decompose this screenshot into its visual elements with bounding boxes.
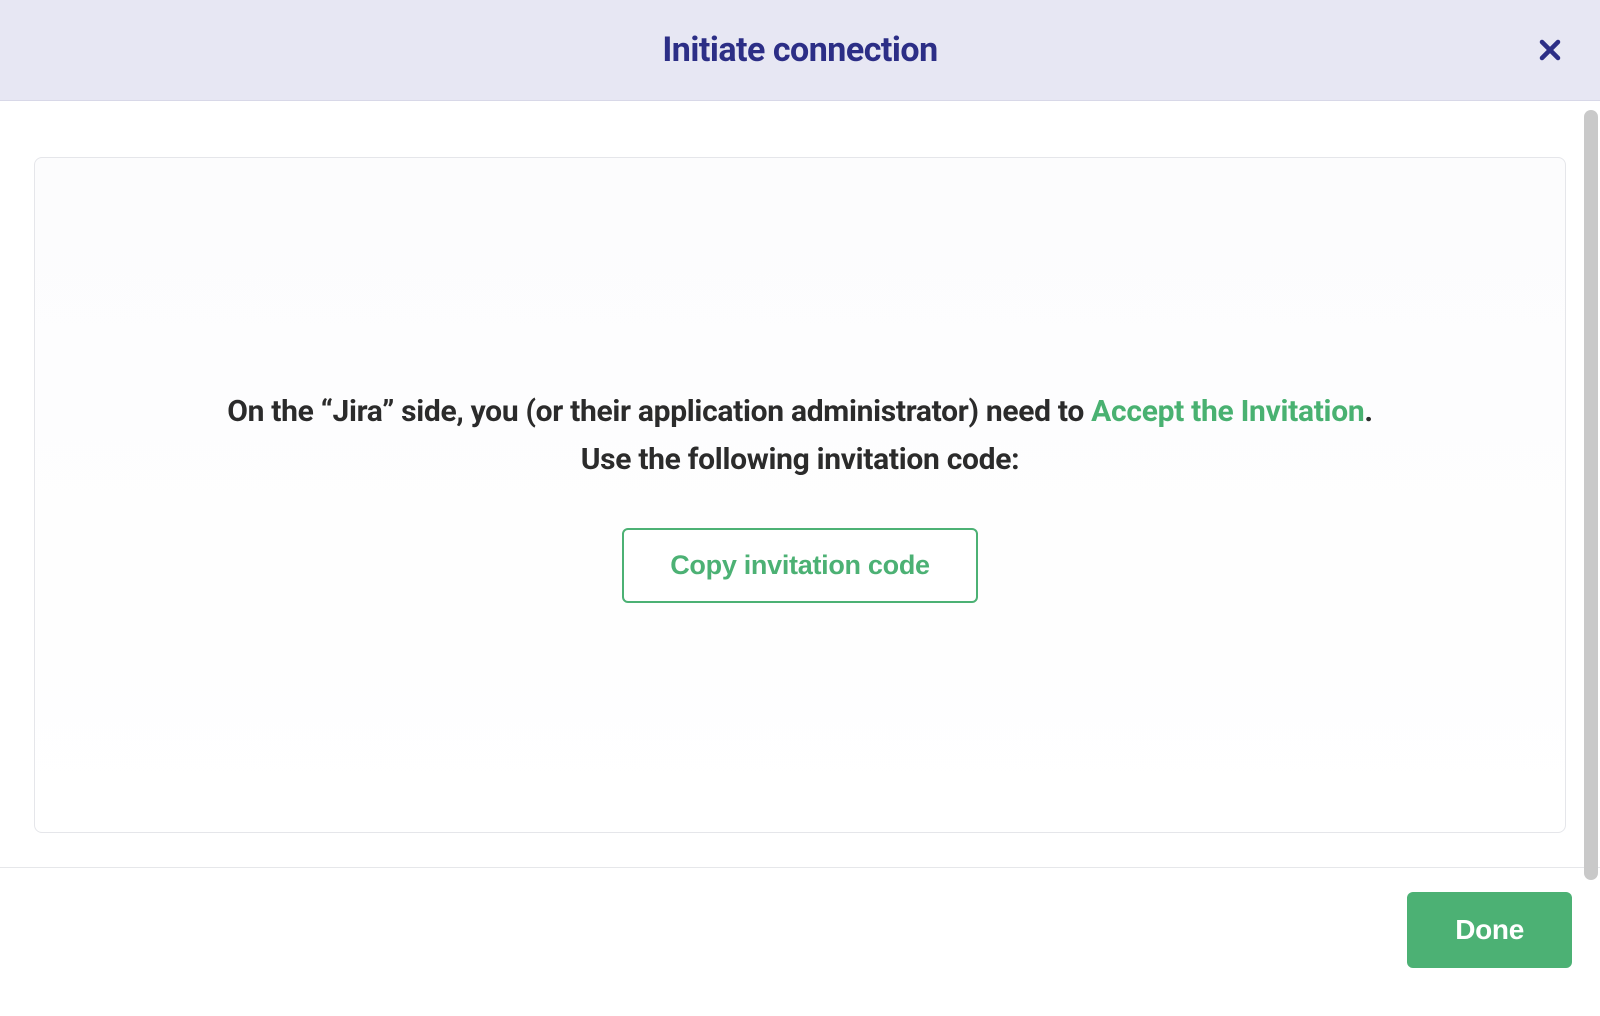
dialog-body: On the “Jira” side, you (or their applic… xyxy=(0,101,1600,867)
copy-invitation-code-button[interactable]: Copy invitation code xyxy=(622,528,978,603)
accept-invitation-link[interactable]: Accept the Invitation xyxy=(1091,394,1364,429)
initiate-connection-dialog: Initiate connection On the “Jira” side, … xyxy=(0,0,1600,1016)
dialog-header: Initiate connection xyxy=(0,0,1600,101)
invitation-message: On the “Jira” side, you (or their applic… xyxy=(227,388,1373,484)
message-line2: Use the following invitation code: xyxy=(581,442,1020,477)
scrollbar-track[interactable] xyxy=(1584,110,1598,900)
close-icon xyxy=(1538,38,1562,62)
dialog-title: Initiate connection xyxy=(662,30,937,70)
done-button[interactable]: Done xyxy=(1407,892,1572,968)
message-line1-suffix: . xyxy=(1364,394,1372,429)
invitation-card: On the “Jira” side, you (or their applic… xyxy=(34,157,1566,833)
message-line1-prefix: On the “Jira” side, you (or their applic… xyxy=(227,394,1091,429)
close-button[interactable] xyxy=(1530,30,1570,70)
dialog-footer: Done xyxy=(0,867,1600,1016)
scrollbar-thumb[interactable] xyxy=(1584,110,1598,880)
